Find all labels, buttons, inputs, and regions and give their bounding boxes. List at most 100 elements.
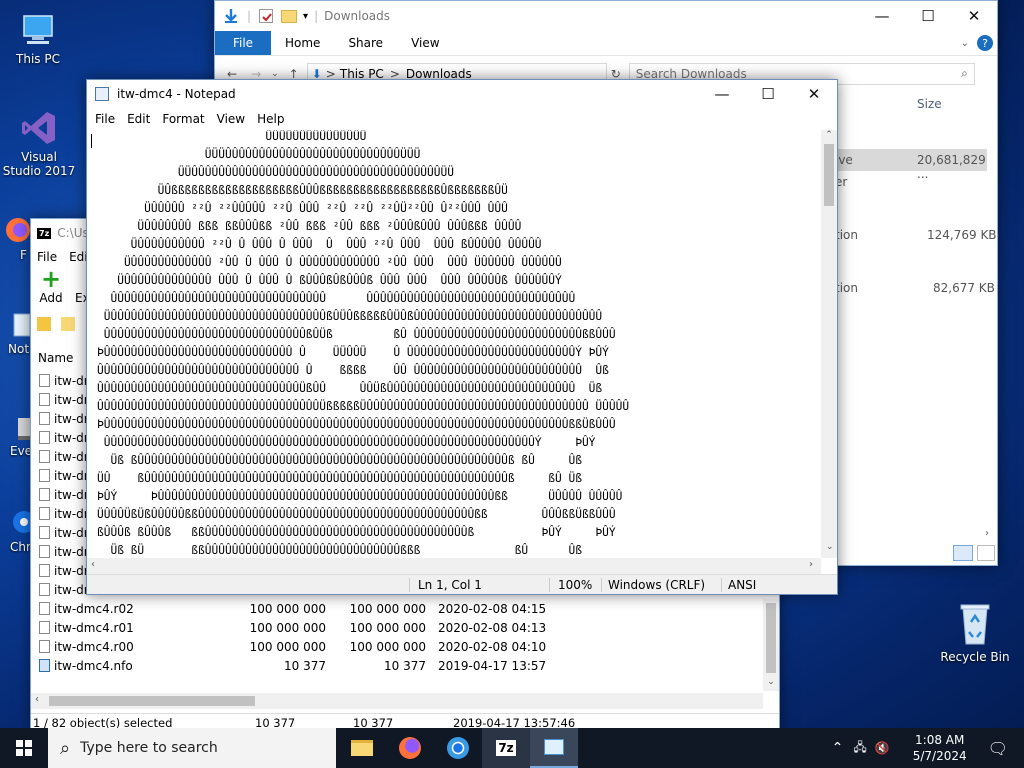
ribbon-tab-view[interactable]: View: [411, 36, 439, 50]
taskbar-notepad[interactable]: [530, 728, 578, 768]
properties-checkbox-icon[interactable]: [259, 9, 274, 23]
ribbon-expand-icon[interactable]: ⌄: [961, 38, 969, 49]
file-name: itw-dr: [54, 525, 89, 540]
text-line: ÜÛÛÛÛÛÛÛ ßßß ßßÛÛÛßß ²ÛÛ ßßß ²ÛÛ ßßß ²ÛÛ…: [97, 220, 522, 233]
desktop-icon-notepad-partial[interactable]: Not: [2, 310, 32, 356]
clock[interactable]: 1:08 AM 5/7/2024: [904, 732, 976, 764]
network-icon[interactable]: 🖧: [853, 738, 866, 759]
table-row[interactable]: itw-dmc4.nfo 10 377 10 377 2019-04-17 13:57: [31, 656, 761, 675]
notepad-app-icon: [95, 87, 109, 101]
desktop-icon-visual-studio[interactable]: Visual Studio 2017: [1, 108, 77, 178]
notepad-title: itw-dmc4 - Notepad: [117, 87, 236, 101]
taskbar-search-input[interactable]: Type here to search: [80, 740, 218, 756]
scroll-up-arrow[interactable]: ⌃: [821, 130, 837, 140]
large-icons-view-button[interactable]: [977, 545, 995, 561]
file-size: 100 000 000: [249, 620, 326, 635]
menu-format[interactable]: Format: [156, 112, 210, 126]
taskbar-chrome[interactable]: [434, 728, 482, 768]
text-line: ÛÛÛÛÛÛÛÛÛÛÛÛÛÛÛÛÛÛÛÛÛÛÛÛÛÛÛÛÛÛÛÛ ÛÛÛÛÛÛÛ…: [97, 292, 576, 305]
list-item-partial[interactable]: tion: [835, 228, 858, 242]
scroll-down-arrow[interactable]: ⌄: [763, 677, 779, 687]
table-row[interactable]: itw-dmc4.r02 100 000 000 100 000 000 2020-0…: [31, 599, 761, 618]
up-folder-icon[interactable]: [37, 317, 51, 331]
desktop-icon-this-pc[interactable]: This PC: [0, 10, 76, 66]
scroll-down-arrow[interactable]: ⌄: [826, 542, 834, 552]
menu-help[interactable]: Help: [251, 112, 290, 126]
new-folder-icon[interactable]: [281, 9, 298, 23]
scroll-left-arrow[interactable]: ‹: [35, 694, 39, 705]
recent-dropdown-icon[interactable]: ⌄: [271, 69, 279, 79]
taskbar-sevenzip[interactable]: 7z: [482, 728, 530, 768]
text-line: Üß ßÛÛÛÛÛÛÛÛÛÛÛÛÛÛÛÛÛÛÛÛÛÛÛÛÛÛÛÛÛÛÛÛÛÛÛÛ…: [97, 454, 582, 467]
recycle-bin-icon: [955, 600, 995, 648]
scroll-thumb[interactable]: [49, 696, 255, 706]
volume-muted-icon[interactable]: 🔇: [875, 741, 890, 755]
packed-size: 100 000 000: [349, 639, 426, 654]
show-hidden-icons-chevron[interactable]: ⌃: [832, 740, 844, 756]
scroll-left-arrow[interactable]: ‹: [91, 559, 95, 570]
ribbon-tab-file[interactable]: File: [215, 31, 271, 55]
text-line: ÜÛÛÛÜßÜßÛÛÛÜÛßßÛÛÛÛÛÛÛÛÛÛÛÛÛÛÛÛÛÛÛÛÛÛÛÛÛ…: [97, 508, 616, 521]
text-line: ÜÛÛÛÛÛÛÛÛÛÛÛÛÛÛÛÛÛÛÛÛÛÛÛÛÛÛÛÛÛÛÛÛßÛÜÛßßß…: [97, 310, 603, 323]
text-line: Üß ßÜ ßßÛÛÛÛÛÛÛÛÛÛÛÛÛÛÛÛÛÛÛÛÛÛÛÛÛÛÛÛÛßßß…: [97, 544, 582, 557]
desktop-icon-recycle-bin[interactable]: Recycle Bin: [937, 600, 1013, 664]
close-button[interactable]: ✕: [791, 79, 837, 109]
text-line: ßÛÛÛß ßÛÛÛß ßßÛÛÛÛÛÛÛÛÛÛÛÛÛÛÛÛÛÛÛÛÛÛÛÛÛÛ…: [97, 526, 616, 539]
taskbar-file-explorer[interactable]: [338, 728, 386, 768]
notification-icon[interactable]: 🗨: [988, 739, 1008, 758]
column-header-size[interactable]: Size: [917, 97, 942, 111]
horizontal-scrollbar[interactable]: ‹: [31, 693, 763, 709]
menu-file[interactable]: File: [37, 250, 57, 264]
desktop-icon-event-partial[interactable]: Eve: [2, 412, 32, 458]
sevenzip-app-icon: 7z: [37, 227, 52, 239]
vertical-scrollbar[interactable]: ⌄: [763, 599, 779, 691]
notepad-icon: [544, 739, 564, 755]
file-name: itw-dr: [54, 430, 89, 445]
scroll-thumb[interactable]: [824, 144, 834, 206]
text-line: ÜÛÛÛÛÛ ²²Û ²²ÛÛÛÛÛ ²²Û ÛÛÛ ²²Û ²²Û ²²ÛÜ²…: [97, 202, 508, 215]
modified-date: 2020-02-08 04:13: [438, 620, 547, 635]
notepad-titlebar: itw-dmc4 - Notepad — ☐ ✕: [87, 80, 837, 108]
folder-icon: [351, 740, 373, 756]
horizontal-scrollbar[interactable]: ‹ ›: [87, 558, 821, 574]
desktop-icon-firefox-partial[interactable]: F: [2, 212, 32, 262]
list-item-partial[interactable]: tion: [835, 281, 858, 295]
notepad-text-area[interactable]: ÜÜÜÜÜÜÜÜÜÜÜÜÜÜÜ ÜÜÜÛÛÛÛÛÛÛÛÛÛÛÛÛÛÛÛÛÛÛÛÛ…: [87, 130, 821, 558]
scroll-right-arrow[interactable]: ›: [809, 559, 813, 570]
desktop-icon-label: Eve: [10, 444, 33, 458]
file-name: itw-dmc4.nfo: [54, 658, 133, 673]
vertical-scrollbar[interactable]: ⌃ ⌄: [821, 130, 837, 558]
taskbar-firefox[interactable]: [386, 728, 434, 768]
column-header-name[interactable]: Name: [38, 351, 73, 365]
menu-view[interactable]: View: [211, 112, 251, 126]
file-icon: [39, 431, 50, 444]
table-row[interactable]: itw-dmc4.r00 100 000 000 100 000 000 2020-0…: [31, 637, 761, 656]
file-icon: [39, 640, 50, 653]
status-zoom: 100%: [549, 577, 601, 592]
quick-access-dropdown-icon[interactable]: ▾: [303, 11, 308, 22]
ribbon-tab-share[interactable]: Share: [348, 36, 383, 50]
chrome-icon: [4, 504, 35, 538]
table-row[interactable]: itw-dmc4.r01 100 000 000 100 000 000 2020-0…: [31, 618, 761, 637]
close-button[interactable]: ✕: [951, 1, 997, 31]
menu-edit[interactable]: Edit: [121, 112, 156, 126]
status-line-ending: Windows (CRLF): [601, 577, 721, 592]
start-button[interactable]: [0, 728, 48, 768]
menu-file[interactable]: File: [89, 112, 121, 126]
desktop-icon-chrome-partial[interactable]: Chr: [2, 504, 35, 554]
minimize-button[interactable]: —: [859, 1, 905, 31]
add-label: Add: [39, 291, 63, 305]
help-icon[interactable]: ?: [977, 35, 993, 51]
minimize-button[interactable]: —: [699, 79, 745, 109]
taskbar-search-box[interactable]: ⌕ Type here to search: [48, 728, 336, 768]
scroll-right-arrow[interactable]: ›: [985, 528, 989, 539]
text-line: ÜÛÛÛÛÛÛÛÛÛÛÛÛ ²ÛÛ Û ÛÛÛ Û ÛÛÛÛÛÛÛÛÛÛÛÛ ²…: [97, 256, 562, 269]
maximize-button[interactable]: ☐: [905, 1, 951, 31]
ribbon-tab-home[interactable]: Home: [285, 36, 320, 50]
sevenzip-title: C:\Us: [57, 226, 89, 240]
maximize-button[interactable]: ☐: [745, 79, 791, 109]
scroll-thumb[interactable]: [766, 603, 776, 673]
add-button[interactable]: + Add: [39, 267, 63, 305]
details-view-button[interactable]: [953, 545, 973, 561]
file-icon: [39, 469, 50, 482]
